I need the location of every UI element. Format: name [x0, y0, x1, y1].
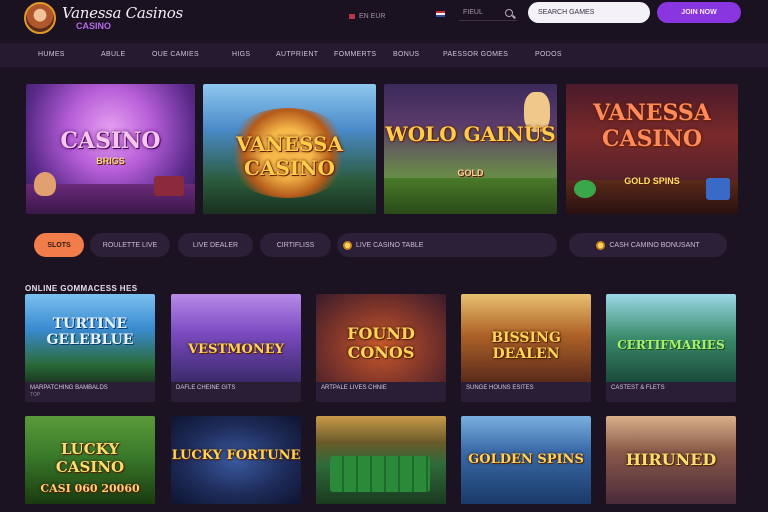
banner-subtitle: BRIGS [96, 156, 125, 166]
filter-pill-label: LIVE CASINO TABLE [356, 241, 424, 249]
brand-avatar-icon [24, 2, 56, 34]
game-thumbnail: TURTINE GELEBLUE [25, 294, 155, 382]
nav-item-provider-games[interactable]: PAESSOR GOMES [443, 51, 508, 58]
header-search-label: FIEUL [463, 9, 483, 16]
filter-pill-roulette[interactable]: ROULETTE LIVE [90, 233, 170, 257]
game-card[interactable]: VESTMONEY DAFLE CHEINE GITS [171, 294, 301, 402]
game-name: DAFLE CHEINE GITS [176, 385, 236, 391]
nav-item-home[interactable]: HUMES [38, 51, 65, 58]
join-now-button[interactable]: JOIN NOW [657, 2, 741, 23]
brand-title: Vanessa Casinos [62, 3, 183, 22]
banner-title: VANESSA CASINO [593, 100, 711, 152]
game-thumbnail [316, 416, 446, 504]
language-label: EN EUR [359, 12, 386, 20]
game-card[interactable]: CERTIFMARIES CASTEST & FLETS [606, 294, 736, 402]
game-card[interactable]: HIRUNED [606, 416, 736, 512]
game-title-art: CERTIFMARIES [617, 338, 725, 352]
game-title-art: LUCKY FORTUNE [171, 448, 301, 463]
game-name: CASTEST & FLETS [611, 385, 665, 391]
nav-item-autoprient[interactable]: AUTPRIENT [276, 51, 318, 58]
game-title-art: VESTMONEY [188, 342, 284, 357]
nav-item-comments[interactable]: FOMMERTS [334, 51, 376, 58]
flag-icon [349, 13, 355, 19]
game-title-art: HIRUNED [625, 450, 717, 469]
nav-item-about[interactable]: ABULE [101, 51, 125, 58]
game-thumbnail: HIRUNED [606, 416, 736, 504]
banner-subtitle: GOLD [457, 168, 484, 178]
filter-pill-slots[interactable]: SLOTS [34, 233, 84, 257]
promo-banner[interactable]: VANESSA CASINO GOLD SPINS [566, 84, 738, 214]
game-meta: TOP [30, 392, 41, 399]
nav-item-high[interactable]: HIGS [232, 51, 250, 58]
top-header: Vanessa Casinos CASINO EN EUR FIEUL SEAR… [0, 0, 768, 40]
game-thumbnail: VESTMONEY [171, 294, 301, 382]
game-name: SUNGE HOUNS ESITES [466, 385, 534, 391]
search-icon[interactable] [505, 8, 513, 17]
game-card[interactable]: LUCKY FORTUNE [171, 416, 301, 512]
game-thumbnail: LUCKY FORTUNE [171, 416, 301, 504]
banner-subtitle: GOLD SPINS [624, 176, 680, 186]
game-thumbnail: BISSING DEALEN [461, 294, 591, 382]
nav-item-promos[interactable]: PODOS [535, 51, 562, 58]
nav-item-bonus[interactable]: BONUS [393, 51, 419, 58]
brand-logo[interactable]: Vanessa Casinos CASINO [24, 2, 183, 34]
header-search-field[interactable]: FIEUL [459, 5, 517, 21]
game-title-art: GOLDEN SPINS [468, 452, 584, 467]
filter-pill-live-casino[interactable]: LIVE CASINO TABLE [337, 233, 557, 257]
main-nav: HUMES ABULE OUE CAMIES HIGS AUTPRIENT FO… [0, 43, 768, 67]
game-card[interactable]: TURTINE GELEBLUE MARPATCHING BAMBALDS TO… [25, 294, 155, 402]
game-card[interactable] [316, 416, 446, 512]
game-card[interactable]: LUCKY CASINO CASI 060 20060 [25, 416, 155, 512]
game-title-art: FOUND CONOS [347, 324, 415, 362]
game-thumbnail: FOUND CONOS [316, 294, 446, 382]
game-title-art: BISSING DEALEN [491, 330, 561, 362]
promo-banner[interactable]: WOLO GAINUS GOLD [384, 84, 557, 214]
filter-pill-label: CASH CAMINO BONUSANT [609, 241, 700, 249]
game-card-info: DAFLE CHEINE GITS [171, 382, 301, 402]
game-thumbnail: LUCKY CASINO CASI 060 20060 [25, 416, 155, 504]
main-search-input[interactable]: SEARCH GAMES [528, 2, 650, 23]
game-card-info: ARTPALE LIVES CHNIE [316, 382, 446, 402]
banner-title: VANESSA CASINO [236, 132, 343, 180]
filter-pill-live-dealer[interactable]: LIVE DEALER [178, 233, 253, 257]
game-title-art: LUCKY CASINO [55, 440, 125, 476]
brand-subtitle: CASINO [76, 20, 112, 31]
game-subtitle-art: CASI 060 20060 [40, 482, 140, 495]
banner-title: CASINO [60, 128, 161, 154]
game-card[interactable]: FOUND CONOS ARTPALE LIVES CHNIE [316, 294, 446, 402]
filter-pill-certified[interactable]: CIRTIFLISS [260, 233, 331, 257]
region-flag-icon[interactable] [436, 11, 445, 17]
language-currency-select[interactable]: EN EUR [345, 9, 389, 23]
banner-title: WOLO GAINUS [385, 122, 556, 146]
game-name: MARPATCHING BAMBALDS [30, 385, 108, 391]
coin-icon [596, 240, 606, 250]
game-thumbnail: GOLDEN SPINS [461, 416, 591, 504]
game-card-info: CASTEST & FLETS [606, 382, 736, 402]
game-card-info: SUNGE HOUNS ESITES [461, 382, 591, 402]
promo-banner[interactable]: VANESSA CASINO [203, 84, 376, 214]
coin-icon [343, 240, 352, 250]
game-card[interactable]: GOLDEN SPINS [461, 416, 591, 512]
game-card-info: MARPATCHING BAMBALDS TOP [25, 382, 155, 402]
promo-banner[interactable]: CASINO BRIGS [26, 84, 195, 214]
filter-pill-cash-bonus[interactable]: CASH CAMINO BONUSANT [569, 233, 727, 257]
game-card[interactable]: BISSING DEALEN SUNGE HOUNS ESITES [461, 294, 591, 402]
game-thumbnail: CERTIFMARIES [606, 294, 736, 382]
nav-item-our-games[interactable]: OUE CAMIES [152, 51, 199, 58]
game-name: ARTPALE LIVES CHNIE [321, 385, 387, 391]
game-title-art: TURTINE GELEBLUE [46, 316, 134, 348]
section-title: ONLINE GOMMACESS HES [25, 284, 138, 293]
main-search-placeholder: SEARCH GAMES [538, 9, 595, 16]
